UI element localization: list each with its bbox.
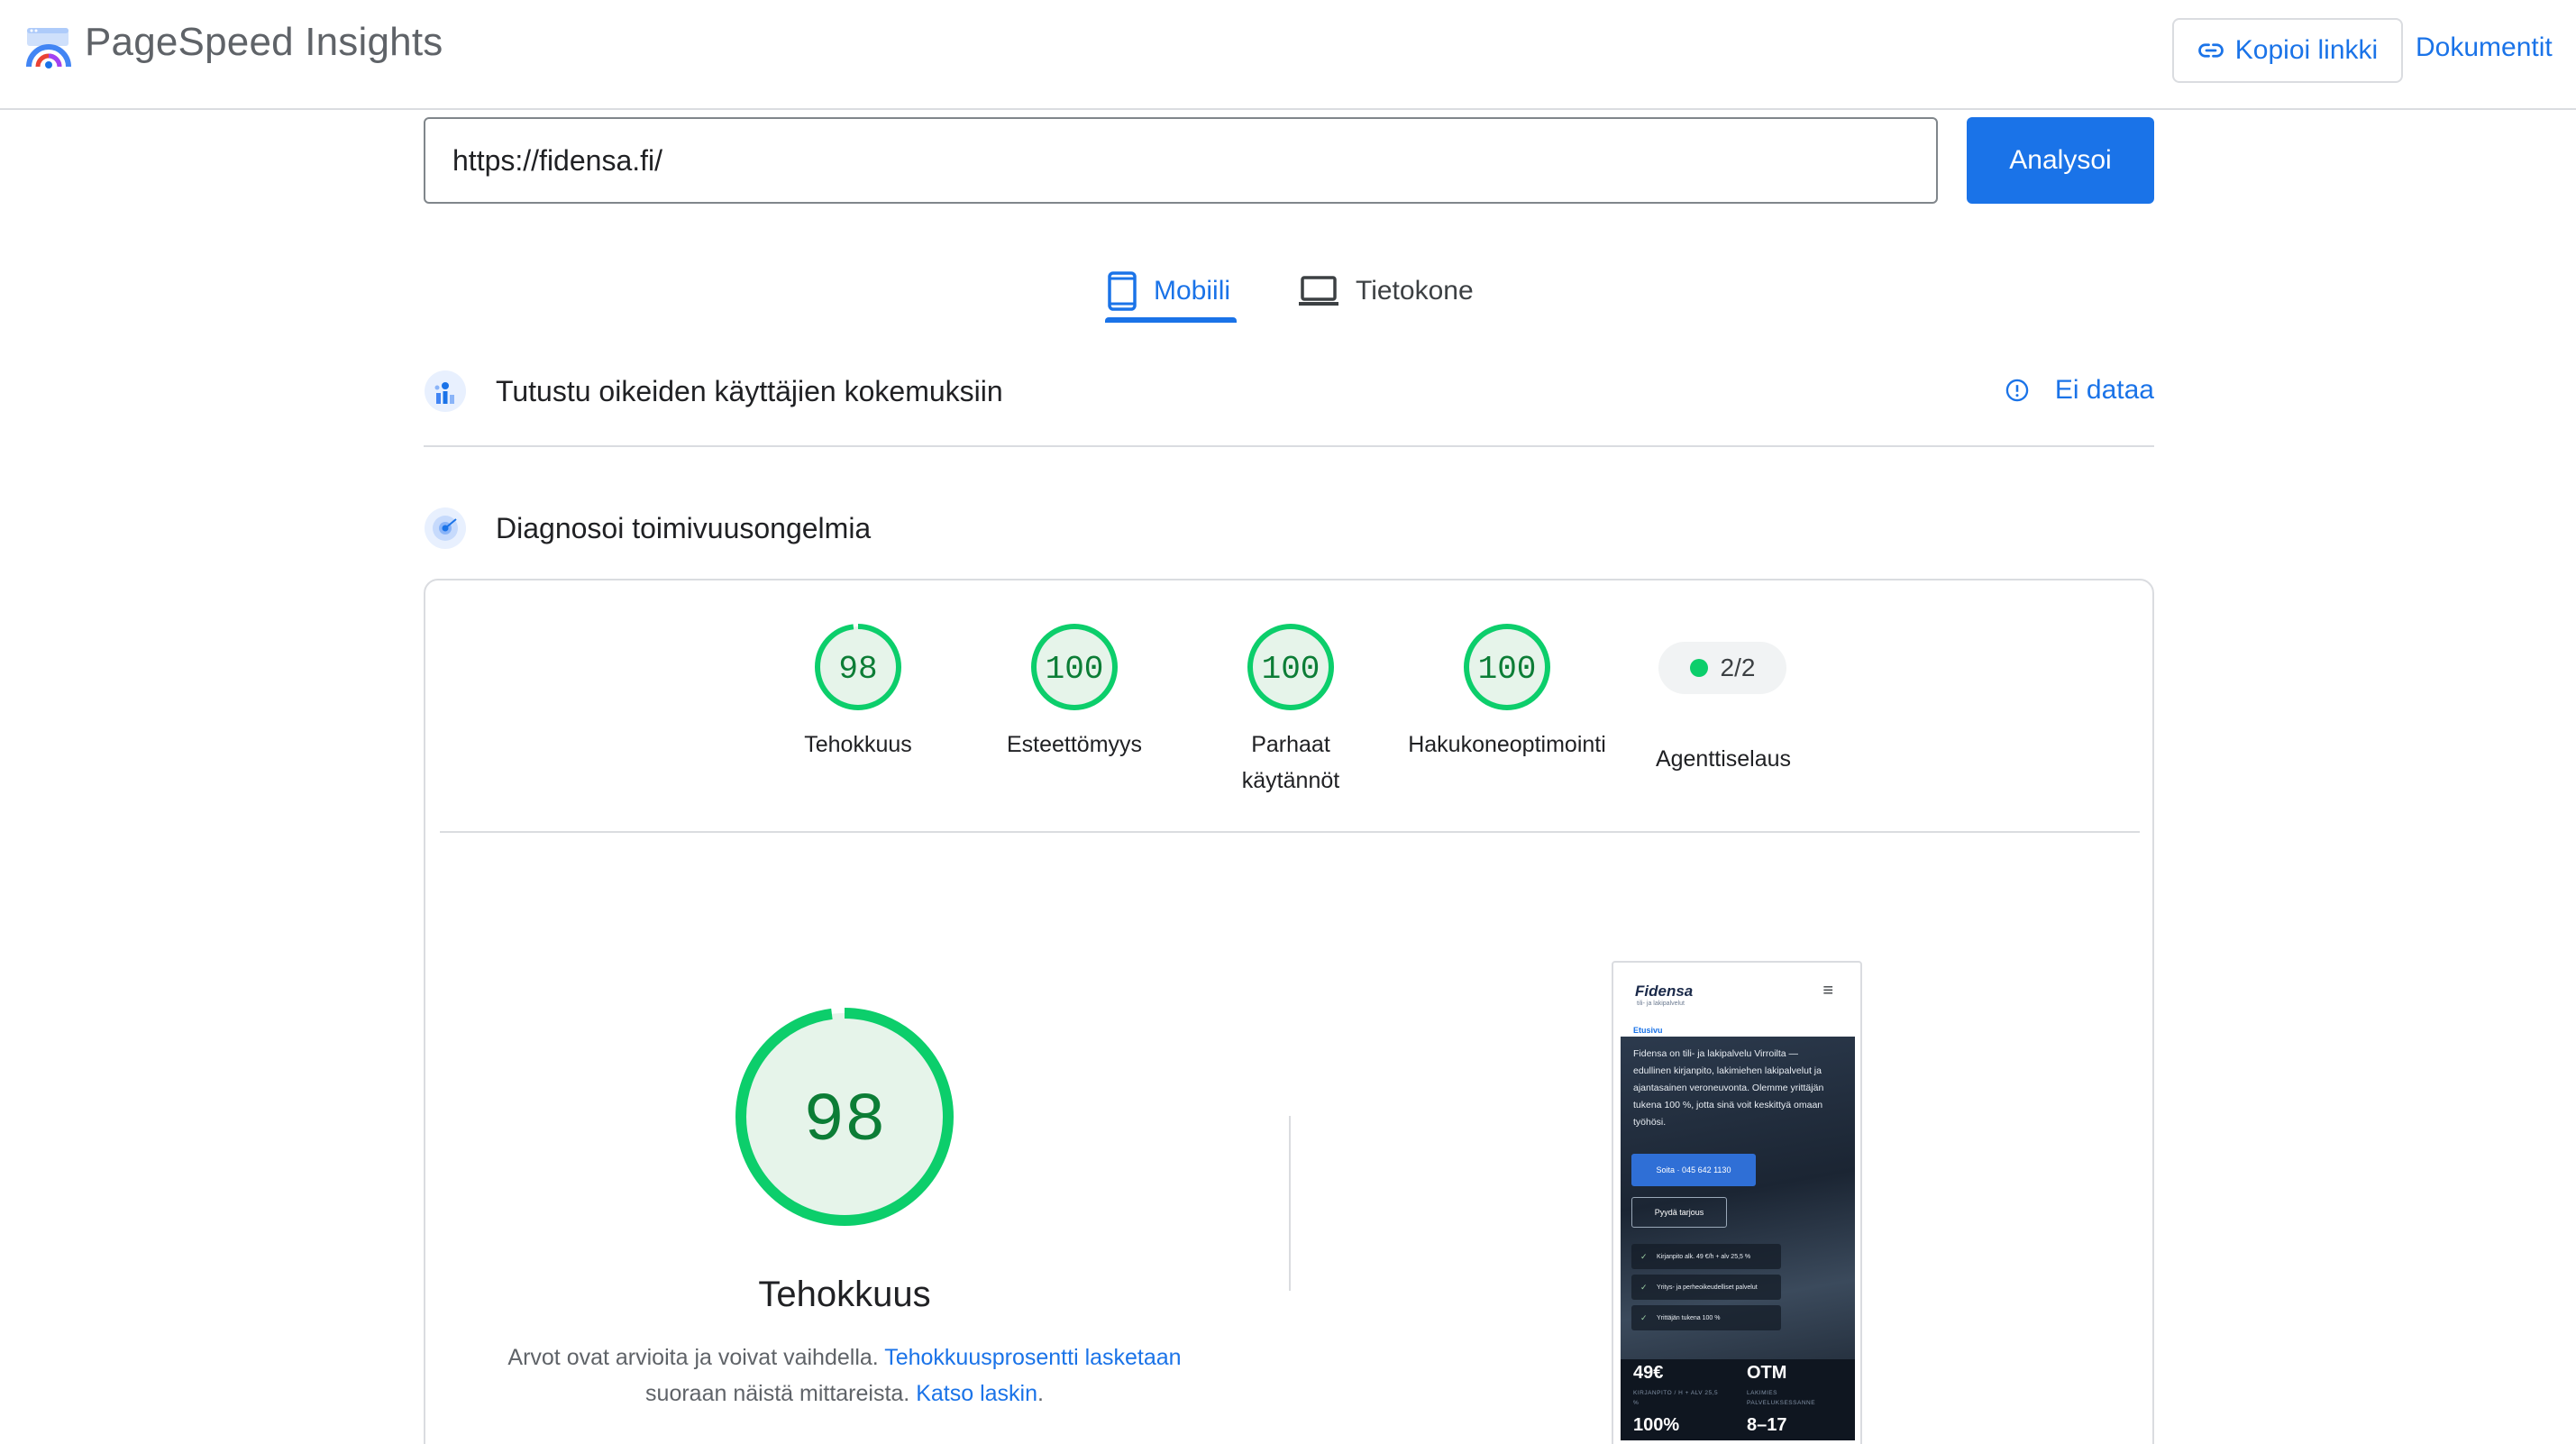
screenshot-stat-label: KIRJANPITO / H + ALV 25,5 % xyxy=(1633,1390,1719,1406)
copy-link-button[interactable]: Kopioi linkki xyxy=(2172,18,2403,83)
score-value: 100 xyxy=(1478,651,1537,688)
performance-title: Tehokkuus xyxy=(758,1275,931,1314)
desc-middle: suoraan näistä mittareista. xyxy=(645,1381,917,1406)
agent-label: Agenttiselaus xyxy=(1655,746,1792,772)
score-value: 100 xyxy=(1262,651,1320,688)
screenshot-logo: Fidensa xyxy=(1635,982,1694,1000)
docs-link[interactable]: Dokumentit xyxy=(2416,32,2553,63)
score-label: Parhaat käytännöt xyxy=(1241,732,1340,793)
score-label: Hakukoneoptimointi xyxy=(1408,732,1606,757)
vertical-divider xyxy=(1289,1116,1291,1291)
tab-mobile[interactable]: Mobiili xyxy=(1107,258,1230,324)
copy-link-label: Kopioi linkki xyxy=(2234,35,2379,65)
score-gauge-accessibility[interactable]: 100 Esteettömyys xyxy=(966,622,1183,763)
users-chart-icon xyxy=(425,370,466,412)
score-calc-link[interactable]: Tehokkuusprosentti lasketaan xyxy=(884,1345,1181,1370)
pagespeed-logo-icon[interactable] xyxy=(25,25,72,72)
smartphone-icon xyxy=(1108,271,1137,311)
score-label: Tehokkuus xyxy=(804,732,912,757)
screenshot-check-item: Yrittäjän tukena 100 % xyxy=(1631,1305,1781,1330)
screenshot-quote-button: Pyydä tarjous xyxy=(1631,1197,1727,1228)
screenshot-stat-value: 8–17 xyxy=(1747,1415,1787,1435)
tab-desktop-label: Tietokone xyxy=(1356,276,1474,306)
agent-score-value: 2/2 xyxy=(1720,653,1756,681)
diagnose-section: Diagnosoi toimivuusongelmia xyxy=(424,492,2154,564)
score-gauge-best-practices[interactable]: 100 Parhaat käytännöt xyxy=(1183,622,1399,799)
screenshot-check-item: Kirjanpito alk. 49 €/h + alv 25,5 % xyxy=(1631,1244,1781,1269)
performance-description: Arvot ovat arvioita ja voivat vaihdella.… xyxy=(480,1339,1210,1412)
pass-dot-icon xyxy=(1689,659,1708,677)
screenshot-stat-label: LAKIMIES PALVELUKSESSANNE xyxy=(1747,1390,1816,1406)
analyze-button[interactable]: Analysoi xyxy=(1967,117,2154,204)
tab-active-indicator xyxy=(1105,317,1237,323)
link-icon xyxy=(2197,43,2224,58)
screenshot-stat-value: 100% xyxy=(1633,1415,1680,1435)
hamburger-menu-icon: ≡ xyxy=(1822,981,1833,1001)
diagnose-title: Diagnosoi toimivuusongelmia xyxy=(496,511,872,544)
card-divider xyxy=(440,831,2140,833)
screenshot-check-item: Yritys- ja perheoikeudelliset palvelut xyxy=(1631,1275,1781,1300)
no-data-link[interactable]: Ei dataa xyxy=(2005,375,2154,406)
screenshot-call-button: Soita · 045 642 1130 xyxy=(1631,1154,1756,1186)
score-gauge-performance[interactable]: 98 Tehokkuus xyxy=(750,622,966,763)
laptop-icon xyxy=(1299,276,1338,306)
desc-prefix: Arvot ovat arvioita ja voivat vaihdella. xyxy=(507,1345,885,1370)
desc-suffix: . xyxy=(1037,1381,1044,1406)
url-input[interactable]: https://fidensa.fi/ xyxy=(424,117,1938,204)
field-data-section: Tutustu oikeiden käyttäjien kokemuksiin … xyxy=(424,355,2154,427)
score-label: Esteettömyys xyxy=(1006,732,1143,757)
info-icon xyxy=(2005,379,2029,402)
screenshot-stat-value: OTM xyxy=(1747,1363,1787,1383)
agent-score-pill[interactable]: 2/2 xyxy=(1658,642,1786,694)
score-value: 100 xyxy=(1046,651,1104,688)
scores-card: 98 Tehokkuus 100 Esteettömyys 100 Parhaa… xyxy=(424,579,2154,1444)
app-header: PageSpeed Insights Kopioi linkki Dokumen… xyxy=(0,0,2576,110)
performance-score-value: 98 xyxy=(803,1083,885,1160)
tab-desktop[interactable]: Tietokone xyxy=(1298,258,1474,324)
app-title[interactable]: PageSpeed Insights xyxy=(85,20,443,65)
screenshot-stats: 49€ KIRJANPITO / H + ALV 25,5 % OTM LAKI… xyxy=(1621,1359,1855,1440)
field-data-title: Tutustu oikeiden käyttäjien kokemuksiin xyxy=(496,374,1003,407)
screenshot-stat-value: 49€ xyxy=(1633,1363,1664,1383)
score-gauge-seo[interactable]: 100 Hakukoneoptimointi xyxy=(1399,622,1615,763)
calculator-link[interactable]: Katso laskin xyxy=(916,1381,1037,1406)
screenshot-logo-sub: tili- ja lakipalvelut xyxy=(1637,1001,1685,1007)
score-value: 98 xyxy=(838,651,877,688)
screenshot-hero-text: Fidensa on tili- ja lakipalvelu Virroilt… xyxy=(1633,1048,1824,1128)
no-data-label: Ei dataa xyxy=(2054,375,2154,405)
section-divider xyxy=(424,445,2154,447)
performance-big-gauge: 98 xyxy=(735,1008,954,1226)
tab-mobile-label: Mobiili xyxy=(1154,276,1231,306)
screenshot-breadcrumb: Etusivu xyxy=(1633,1026,1663,1035)
final-screenshot[interactable]: Fidensa tili- ja lakipalvelut ≡ Etusivu … xyxy=(1612,961,1862,1444)
diagnose-radar-icon xyxy=(425,507,466,549)
